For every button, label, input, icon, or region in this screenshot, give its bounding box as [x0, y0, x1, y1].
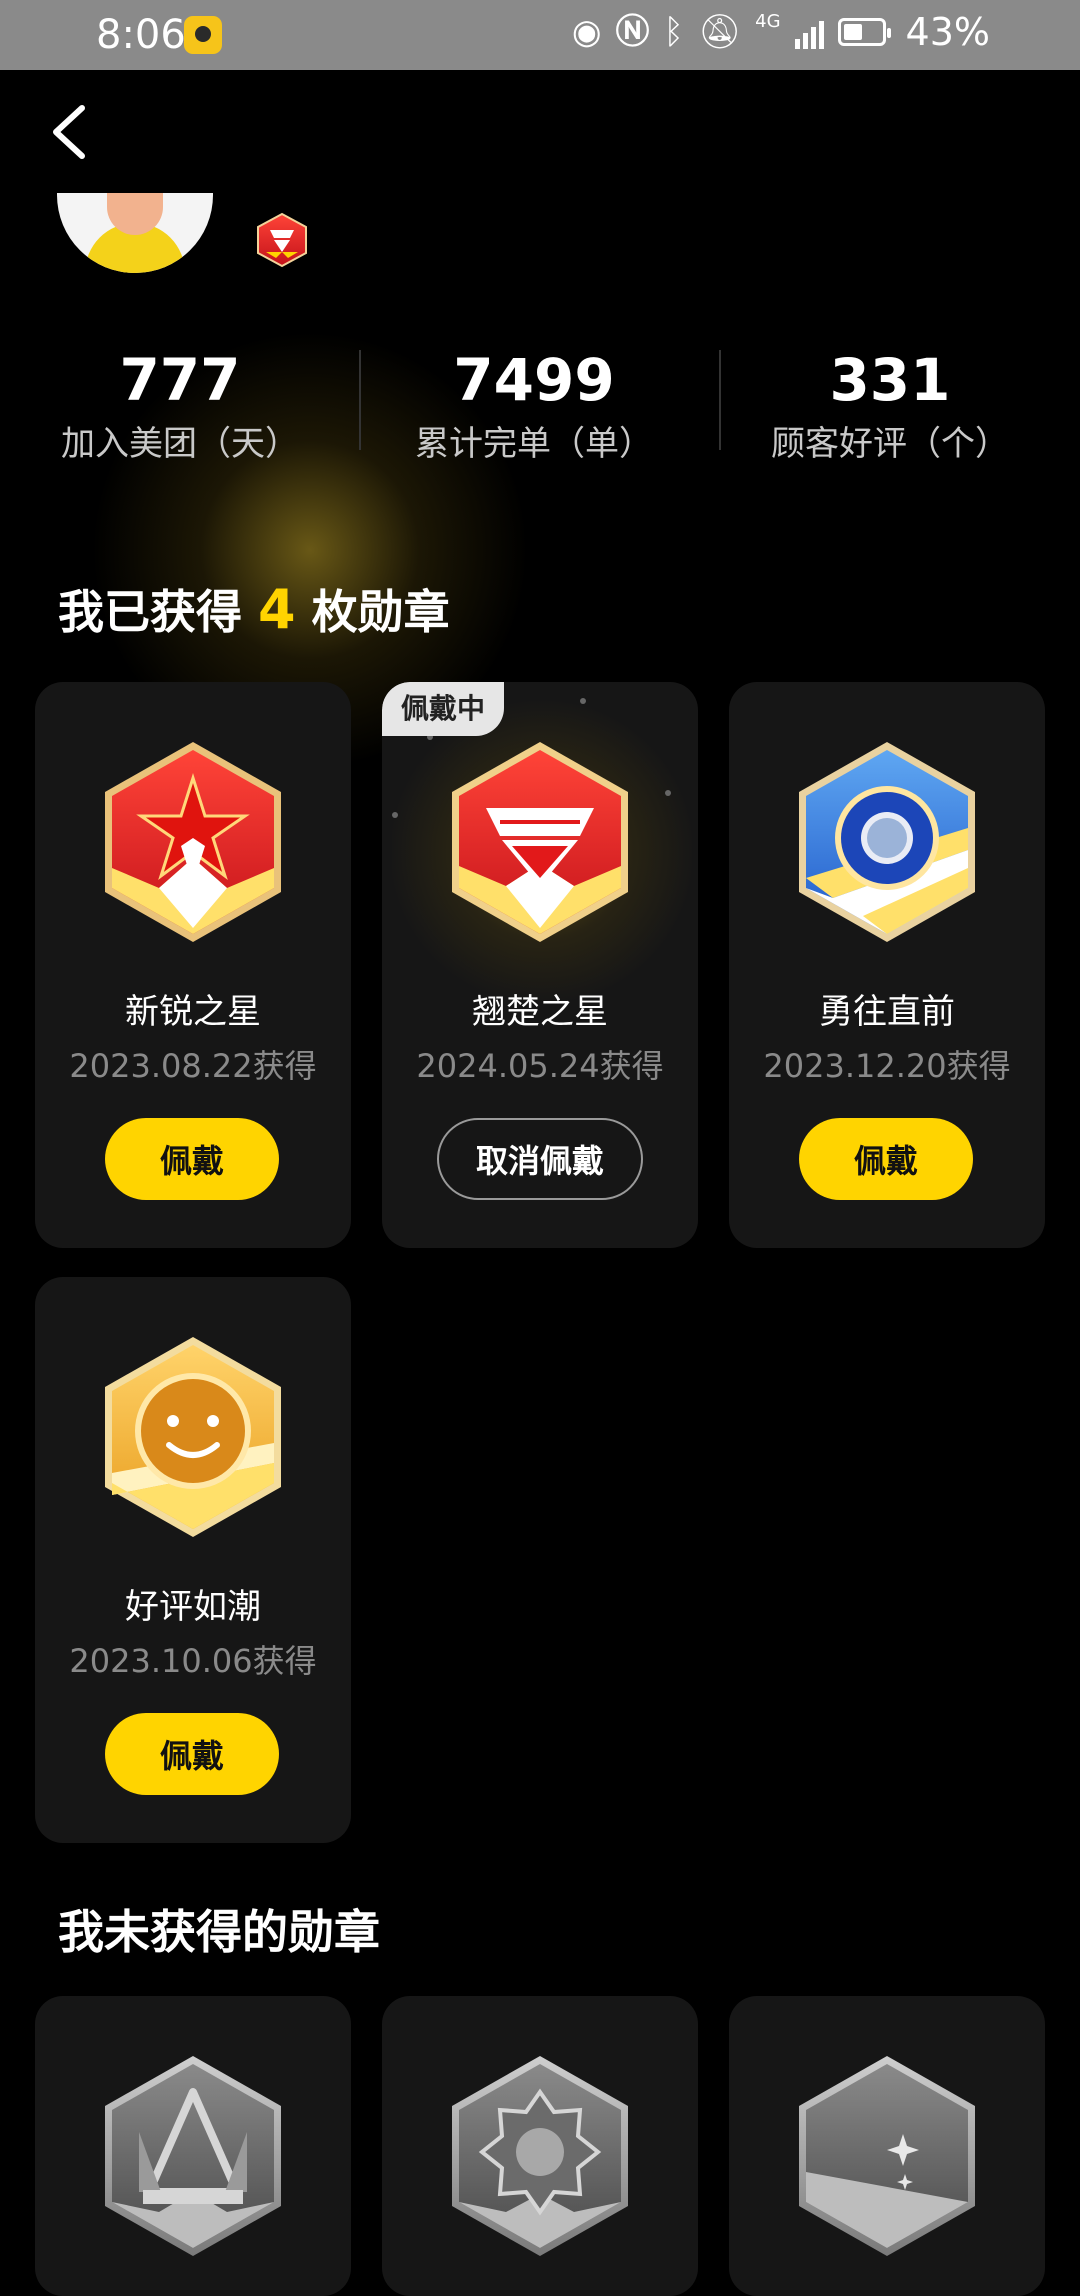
- red-star-medal-icon: [105, 742, 281, 942]
- wear-button[interactable]: 佩戴: [105, 1118, 279, 1200]
- gold-smile-medal-icon: [105, 1337, 281, 1537]
- back-button[interactable]: [46, 100, 102, 164]
- red-gem-medal-icon: [452, 742, 628, 942]
- sparkle-dot: [392, 812, 398, 818]
- status-icons: ◉ Ⓝ ᛒ 🔕︎ 4G 43%: [571, 10, 990, 54]
- network-type-label: 4G: [755, 11, 781, 32]
- badge-card-wearing[interactable]: 佩戴中 翘楚之星 2024.05.24获得 取消佩戴: [382, 682, 698, 1248]
- stat-days: 777 加入美团（天）: [0, 348, 360, 466]
- earned-title-suffix: 枚勋章: [311, 585, 450, 639]
- eye-icon: ◉: [571, 12, 602, 52]
- badge-name: 翘楚之星: [472, 992, 608, 1032]
- gray-moon-medal-icon: [799, 2056, 975, 2256]
- badge-date: 2023.10.06获得: [69, 1642, 317, 1680]
- stats-divider: [359, 350, 361, 450]
- status-time: 8:06: [96, 12, 186, 58]
- stat-reviews: 331 顾客好评（个）: [710, 348, 1070, 466]
- status-bar: 8:06 ◉ Ⓝ ᛒ 🔕︎ 4G 43%: [0, 0, 1080, 70]
- bluetooth-icon: ᛒ: [663, 12, 684, 52]
- stat-value: 777: [119, 346, 241, 414]
- stat-label: 顾客好评（个）: [771, 424, 1009, 464]
- battery-icon: [837, 18, 891, 46]
- chevron-left-icon: [53, 105, 85, 159]
- unwear-button[interactable]: 取消佩戴: [437, 1118, 643, 1200]
- avatar[interactable]: [57, 193, 213, 273]
- badge-name: 好评如潮: [125, 1587, 261, 1627]
- wear-button[interactable]: 佩戴: [105, 1713, 279, 1795]
- stats-row: 777 加入美团（天） 7499 累计完单（单） 331 顾客好评（个）: [0, 348, 1080, 468]
- wearing-tag: 佩戴中: [382, 682, 504, 736]
- mute-icon: 🔕︎: [697, 12, 742, 52]
- stat-label: 加入美团（天）: [61, 424, 299, 464]
- locked-badge-card[interactable]: [382, 1996, 698, 2296]
- stat-value: 7499: [453, 346, 615, 414]
- wear-button[interactable]: 佩戴: [799, 1118, 973, 1200]
- stat-label: 累计完单（单）: [415, 424, 653, 464]
- locked-badge-card[interactable]: [35, 1996, 351, 2296]
- badge-date: 2023.08.22获得: [69, 1047, 317, 1085]
- unearned-section-title: 我未获得的勋章: [58, 1905, 380, 1959]
- earned-count: 4: [258, 578, 296, 641]
- signal-icon: [794, 15, 824, 49]
- badge-date: 2023.12.20获得: [763, 1047, 1011, 1085]
- stat-value: 331: [829, 346, 951, 414]
- stat-orders: 7499 累计完单（单）: [354, 348, 714, 466]
- badge-date: 2024.05.24获得: [416, 1047, 664, 1085]
- badge-card[interactable]: 新锐之星 2023.08.22获得 佩戴: [35, 682, 351, 1248]
- badge-card[interactable]: 勇往直前 2023.12.20获得 佩戴: [729, 682, 1045, 1248]
- worn-badge-icon: [257, 212, 307, 268]
- locked-badge-card[interactable]: [729, 1996, 1045, 2296]
- gray-gear-medal-icon: [452, 2056, 628, 2256]
- badge-card[interactable]: 好评如潮 2023.10.06获得 佩戴: [35, 1277, 351, 1843]
- stats-divider: [719, 350, 721, 450]
- earned-title-prefix: 我已获得: [58, 585, 242, 639]
- battery-percent: 43%: [905, 10, 990, 54]
- badge-name: 勇往直前: [819, 992, 955, 1032]
- app-notification-icon: [184, 16, 222, 54]
- sparkle-dot: [580, 698, 586, 704]
- blue-target-medal-icon: [799, 742, 975, 942]
- gray-crown-medal-icon: [105, 2056, 281, 2256]
- badge-name: 新锐之星: [125, 992, 261, 1032]
- earned-section-title: 我已获得 4 枚勋章: [58, 582, 450, 640]
- nfc-icon: Ⓝ: [615, 12, 650, 52]
- sparkle-dot: [665, 790, 671, 796]
